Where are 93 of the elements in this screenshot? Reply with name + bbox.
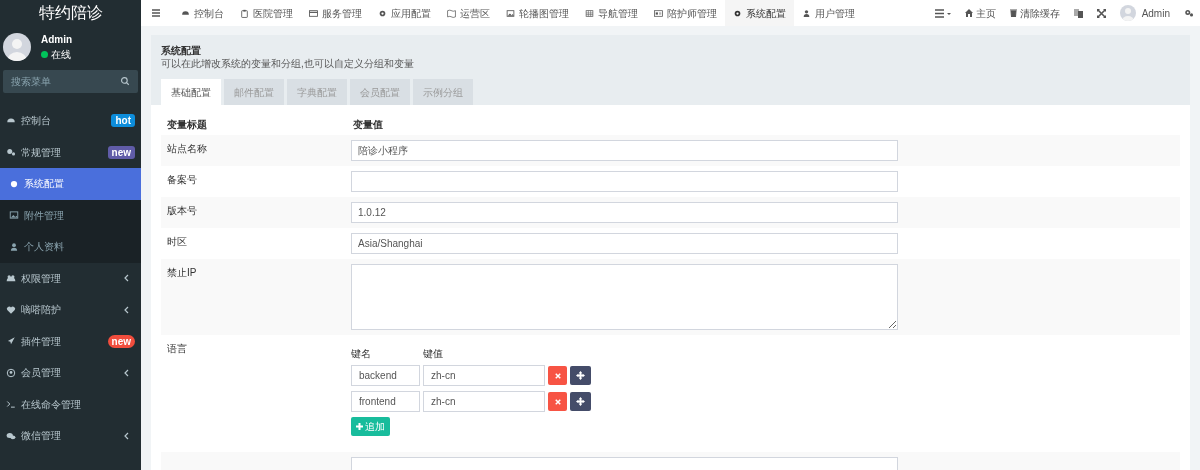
tab[interactable]: 基础配置	[161, 79, 221, 105]
clipboard-icon	[240, 8, 249, 18]
nav-tab[interactable]: 陪护师管理	[646, 0, 725, 26]
trash-icon	[1009, 9, 1017, 17]
admin-menu[interactable]: Admin	[1119, 5, 1170, 21]
nav-tab[interactable]: 运营区	[439, 0, 498, 26]
column-header: 变量标题	[166, 117, 208, 132]
chat-icon	[6, 430, 16, 441]
field-label: 语言	[166, 342, 188, 356]
field-label: 备案号	[166, 173, 198, 187]
sidebar-item[interactable]: 嘀嗒陪护	[0, 294, 141, 326]
home-link[interactable]: 主页	[964, 5, 996, 21]
nav-tab[interactable]: 应用配置	[370, 0, 439, 26]
nav-tab[interactable]: 医院管理	[232, 0, 301, 26]
nav-tab[interactable]: 轮播图管理	[498, 0, 577, 26]
users-icon	[6, 273, 16, 284]
list-dropdown-icon[interactable]	[934, 8, 951, 18]
nav-tab[interactable]: 系统配置	[725, 0, 794, 26]
user-icon	[802, 8, 811, 18]
menu-badge: hot	[111, 114, 135, 128]
caret-icon	[123, 431, 129, 440]
terminal-icon	[6, 399, 16, 410]
move-arrows-icon	[576, 397, 585, 406]
sidebar-item[interactable]: 附件管理	[0, 199, 141, 231]
sidebar-item[interactable]: 微信管理	[0, 420, 141, 452]
clear-cache-link[interactable]: 清除缓存	[1009, 5, 1060, 21]
move-button[interactable]	[570, 366, 591, 385]
sidebar-item[interactable]: 会员管理	[0, 357, 141, 389]
key-field[interactable]: backend	[351, 365, 420, 386]
move-arrows-icon	[576, 371, 585, 380]
menu-badge: new	[107, 145, 135, 159]
app-logo: 特约陪诊	[37, 3, 104, 23]
heart-icon	[6, 304, 16, 315]
text-field[interactable]	[351, 171, 898, 192]
sidebar-item[interactable]: 控制台 hot	[0, 105, 141, 137]
text-field[interactable]: 陪诊小程序	[351, 140, 898, 161]
textarea-field[interactable]	[351, 264, 898, 330]
image-icon	[506, 8, 515, 18]
close-icon	[554, 398, 561, 405]
field-label: 站点名称	[166, 142, 208, 156]
menu-icon[interactable]	[151, 8, 161, 18]
field-label: 版本号	[166, 204, 198, 218]
card-icon	[309, 8, 318, 18]
user-circle-icon	[6, 367, 16, 378]
sidebar-item[interactable]: 在线命令管理	[0, 388, 141, 420]
map-icon	[447, 8, 456, 18]
nav-tab[interactable]: 用户管理	[794, 0, 863, 26]
user-status: 在线	[51, 48, 71, 62]
fullscreen-icon[interactable]	[1096, 8, 1106, 18]
search-icon[interactable]	[120, 76, 130, 86]
sidebar-item[interactable]: 权限管理	[0, 262, 141, 294]
column-header: 键值	[423, 347, 443, 361]
close-icon	[554, 372, 561, 379]
gear-icon	[9, 178, 19, 189]
dashboard-icon	[181, 8, 190, 18]
avatar	[3, 33, 31, 61]
user-icon	[9, 241, 19, 252]
gear-icon	[733, 8, 742, 18]
value-field[interactable]: zh-cn	[423, 391, 545, 412]
value-field[interactable]: zh-cn	[423, 365, 545, 386]
sidebar-item[interactable]: 插件管理 new	[0, 325, 141, 357]
page-description: 可以在此增改系统的变量和分组,也可以自定义分组和变量	[161, 58, 415, 70]
page-title: 系统配置	[161, 45, 202, 57]
sidebar-item[interactable]: 个人资料	[0, 231, 141, 263]
nav-tab[interactable]: 控制台	[173, 0, 232, 26]
table-icon	[585, 8, 594, 18]
key-field[interactable]: frontend	[351, 391, 420, 412]
sidebar-item[interactable]: 常规管理 new	[0, 136, 141, 168]
settings-icon[interactable]	[1184, 8, 1194, 18]
text-field[interactable]: Asia/Shanghai	[351, 233, 898, 254]
nav-tab[interactable]: 服务管理	[301, 0, 370, 26]
column-header: 键名	[351, 347, 372, 361]
gear-icon	[378, 8, 387, 18]
column-header: 变量值	[352, 117, 384, 132]
id-card-icon	[654, 8, 663, 18]
move-button[interactable]	[570, 392, 591, 411]
caret-icon	[123, 274, 129, 283]
sidebar-item[interactable]: 系统配置	[0, 168, 141, 200]
field-label: 时区	[166, 235, 188, 249]
plus-icon	[356, 423, 363, 430]
menu-badge: new	[107, 334, 135, 348]
home-icon	[964, 9, 973, 17]
translate-icon[interactable]	[1073, 8, 1083, 18]
field-label: 禁止IP	[166, 266, 198, 280]
search-field[interactable]: 搜索菜单	[3, 70, 138, 93]
avatar	[1119, 5, 1136, 21]
image-icon	[9, 210, 19, 221]
nav-tab[interactable]: 导航管理	[577, 0, 646, 26]
gears-icon	[6, 147, 16, 158]
caret-icon	[123, 305, 129, 314]
user-name: Admin	[41, 33, 73, 47]
caret-icon	[123, 368, 129, 377]
text-field[interactable]: 1.0.12	[351, 202, 898, 223]
